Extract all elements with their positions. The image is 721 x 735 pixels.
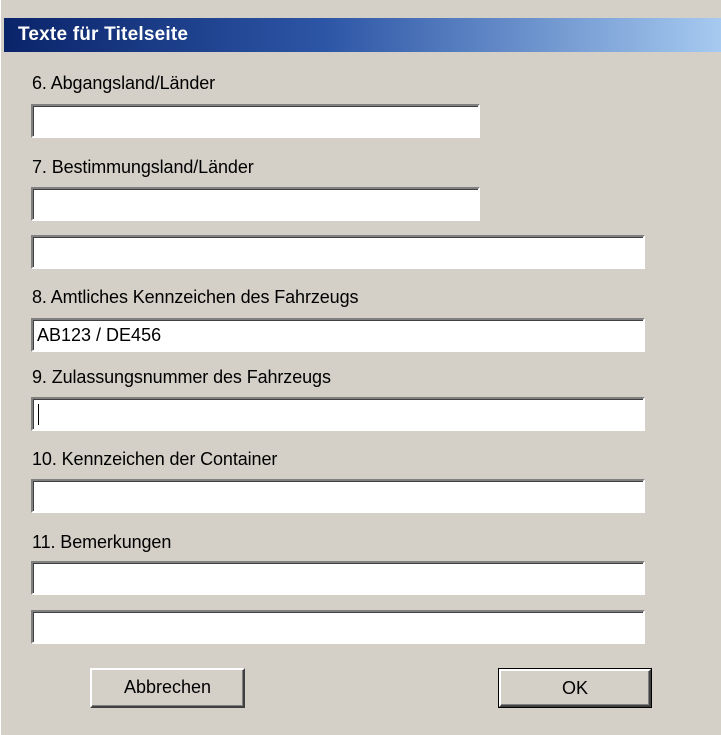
vehicle-plate-input[interactable] — [34, 321, 643, 350]
departure-country-input[interactable] — [34, 107, 478, 136]
vehicle-plate-field[interactable] — [31, 318, 645, 352]
container-id-field[interactable] — [31, 479, 645, 513]
remarks-field-2[interactable] — [31, 610, 645, 644]
window-border — [0, 0, 4, 735]
ok-button-label: OK — [499, 669, 651, 707]
destination-country-field-1[interactable] — [31, 187, 480, 221]
cancel-button[interactable]: Abbrechen — [90, 668, 245, 708]
window-title: Texte für Titelseite — [18, 24, 189, 45]
remarks-input-2[interactable] — [34, 613, 643, 642]
vehicle-registration-field[interactable] — [31, 397, 645, 431]
destination-country-field-2[interactable] — [31, 235, 645, 269]
dialog-window: Texte für Titelseite 6. Abgangsland/Länd… — [0, 0, 721, 735]
destination-country-label: 7. Bestimmungsland/Länder — [32, 157, 254, 177]
ok-button[interactable]: OK — [498, 668, 652, 708]
titlebar[interactable]: Texte für Titelseite — [4, 18, 721, 52]
destination-country-input-1[interactable] — [34, 190, 478, 219]
container-id-label: 10. Kennzeichen der Container — [32, 449, 278, 469]
vehicle-registration-input[interactable] — [34, 400, 643, 429]
remarks-input-1[interactable] — [34, 564, 643, 593]
vehicle-plate-label: 8. Amtliches Kennzeichen des Fahrzeugs — [32, 287, 359, 307]
container-id-input[interactable] — [34, 482, 643, 511]
vehicle-registration-label: 9. Zulassungsnummer des Fahrzeugs — [32, 367, 331, 387]
remarks-field-1[interactable] — [31, 561, 645, 595]
departure-country-field[interactable] — [31, 104, 480, 138]
text-caret — [38, 404, 39, 425]
departure-country-label: 6. Abgangsland/Länder — [32, 73, 216, 93]
remarks-label: 11. Bemerkungen — [32, 532, 172, 552]
destination-country-input-2[interactable] — [34, 238, 643, 267]
